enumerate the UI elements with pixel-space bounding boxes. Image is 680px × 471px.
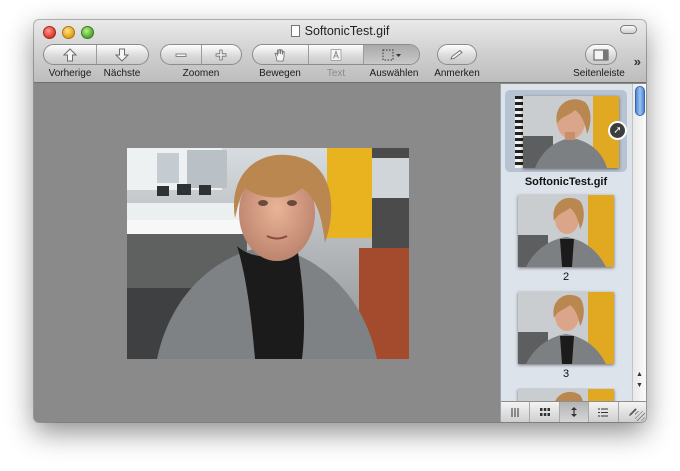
thumbnail-caption: 3	[562, 368, 570, 380]
view-filmstrip-button[interactable]	[501, 402, 531, 422]
main-image	[127, 148, 409, 359]
thumbnail-image	[523, 96, 619, 168]
thumbnail-item-partial[interactable]	[501, 388, 631, 401]
thumbnail-sidebar: ➚ SoftonicTest.gif 2 3 ▲ ▼	[500, 84, 646, 422]
sidebar-view-toolbar	[501, 401, 646, 422]
zoom-label: Zoomen	[182, 68, 220, 79]
next-button[interactable]	[97, 45, 149, 64]
sidebar-scrollbar[interactable]: ▲ ▼	[632, 84, 646, 401]
thumbnail-image	[518, 292, 614, 364]
filmstrip-view-icon	[511, 407, 519, 417]
image-viewer-area	[34, 84, 500, 422]
move-tool-button[interactable]	[253, 45, 309, 64]
titlebar: SoftonicTest.gif Vorherige Nächste Zoome…	[34, 20, 646, 83]
view-list-button[interactable]	[589, 402, 619, 422]
pencil-icon	[450, 49, 463, 60]
filmstrip-icon	[515, 96, 523, 168]
zoom-segmented-control	[160, 44, 242, 65]
minus-icon	[175, 53, 187, 57]
prev-next-segmented-control	[43, 44, 149, 65]
zoom-out-button[interactable]	[161, 45, 202, 64]
thumbnail-caption: SoftonicTest.gif	[524, 176, 608, 188]
scroll-down-arrow-icon[interactable]: ▼	[633, 380, 646, 391]
thumbnail-image	[518, 389, 614, 401]
text-tool-button[interactable]	[309, 45, 365, 64]
plus-icon	[215, 49, 227, 60]
thumbnail-item[interactable]: ➚ SoftonicTest.gif	[501, 84, 631, 194]
document-proxy-icon[interactable]	[290, 25, 300, 37]
next-label: Nächste	[103, 68, 141, 79]
share-arrow-icon[interactable]: ➚	[608, 121, 627, 140]
select-tool-button[interactable]	[364, 45, 419, 64]
zoom-in-button[interactable]	[202, 45, 242, 64]
prev-label: Vorherige	[48, 68, 92, 79]
hand-icon	[274, 48, 285, 61]
window-title: SoftonicTest.gif	[304, 24, 390, 38]
toolbar-overflow-button[interactable]: »	[634, 54, 641, 69]
selection-grid-icon	[382, 49, 401, 60]
thumbnail-image	[518, 195, 614, 267]
sidebar-toggle-button[interactable]	[585, 44, 617, 65]
thumbnail-item[interactable]: 3	[501, 291, 631, 387]
text-label: Text	[326, 68, 346, 79]
grid-view-icon	[539, 407, 550, 416]
view-grid-button[interactable]	[530, 402, 560, 422]
list-view-icon	[598, 408, 609, 416]
thumbnail-caption: 2	[562, 271, 570, 283]
text-cursor-icon	[330, 48, 342, 61]
view-sort-button[interactable]	[559, 402, 590, 422]
toolbar-toggle-button[interactable]	[620, 25, 637, 34]
move-label: Bewegen	[259, 68, 301, 79]
preview-window: SoftonicTest.gif Vorherige Nächste Zoome…	[34, 20, 646, 422]
sidebar-icon	[593, 49, 609, 60]
window-title-area: SoftonicTest.gif	[34, 24, 646, 38]
sidebar-toggle-face[interactable]	[586, 45, 616, 64]
select-label: Auswählen	[369, 68, 419, 79]
annotate-button-face[interactable]	[438, 45, 476, 64]
sort-arrows-icon	[571, 407, 578, 417]
resize-grip-icon[interactable]	[635, 411, 645, 421]
annotate-button[interactable]	[437, 44, 477, 65]
thumbnail-item[interactable]: 2	[501, 194, 631, 290]
tool-mode-segmented-control	[252, 44, 420, 65]
annotate-label: Anmerken	[434, 68, 480, 79]
arrow-up-icon	[62, 47, 77, 61]
scroll-up-arrow-icon[interactable]: ▲	[633, 369, 646, 380]
prev-button[interactable]	[44, 45, 97, 64]
scroll-thumb[interactable]	[635, 86, 645, 116]
sidebar-label: Seitenleiste	[573, 68, 625, 79]
arrow-down-icon	[115, 48, 130, 62]
